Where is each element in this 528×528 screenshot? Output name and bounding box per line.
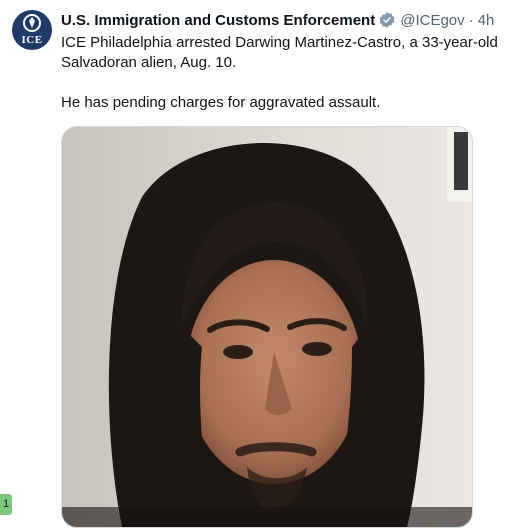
tweet-text-line: He has pending charges for aggravated as… (61, 94, 381, 111)
tweet-header: U.S. Immigration and Customs Enforcement… (61, 11, 494, 29)
tweet-photo[interactable] (61, 126, 473, 528)
dhs-seal-icon (23, 14, 41, 32)
ice-avatar[interactable]: ICE (12, 10, 52, 50)
side-badge[interactable]: 1 (0, 494, 12, 515)
avatar-label: ICE (21, 34, 43, 46)
author-display-name[interactable]: U.S. Immigration and Customs Enforcement (61, 12, 375, 29)
author-handle[interactable]: @ICEgov (400, 12, 464, 29)
header-separator: · (468, 11, 474, 29)
tweet-timestamp[interactable]: 4h (478, 12, 495, 29)
verified-badge-icon[interactable] (378, 11, 396, 29)
tweet-text-line: ICE Philadelphia arrested Darwing Martin… (61, 34, 498, 71)
tweet-text: ICE Philadelphia arrested Darwing Martin… (61, 33, 521, 113)
booking-photo-image (62, 127, 472, 527)
tweet[interactable]: ICE U.S. Immigration and Customs Enforce… (0, 0, 528, 528)
